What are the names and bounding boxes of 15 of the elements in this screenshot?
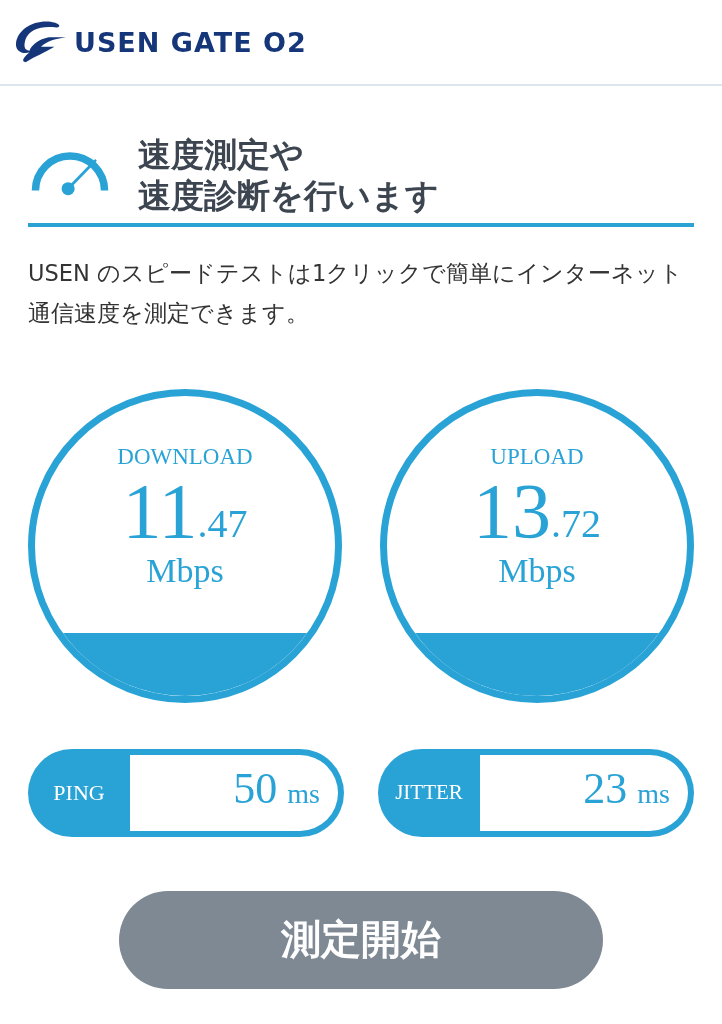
stat-unit: ms — [287, 777, 320, 810]
stat-value: 23 — [583, 762, 628, 814]
description-text: USEN のスピードテストは1クリックで簡単にインターネット通信速度を測定できます。 — [28, 258, 685, 328]
speed-unit: Mbps — [146, 551, 224, 590]
speed-value: 11.47 — [122, 471, 248, 550]
gauge-label: UPLOAD — [490, 443, 584, 470]
stat-label: PING — [52, 778, 106, 807]
speed-value: 13.72 — [473, 471, 601, 550]
stat-unit: ms — [637, 777, 670, 810]
stat-label: JITTER — [394, 779, 464, 806]
logo-text: USEN GATE O2 — [74, 26, 307, 58]
stat-value: 50 — [233, 762, 278, 814]
gauge-label: DOWNLOAD — [117, 443, 253, 470]
section-heading: 速度測定や 速度診断を行います — [138, 134, 439, 217]
speed-unit: Mbps — [498, 551, 576, 590]
